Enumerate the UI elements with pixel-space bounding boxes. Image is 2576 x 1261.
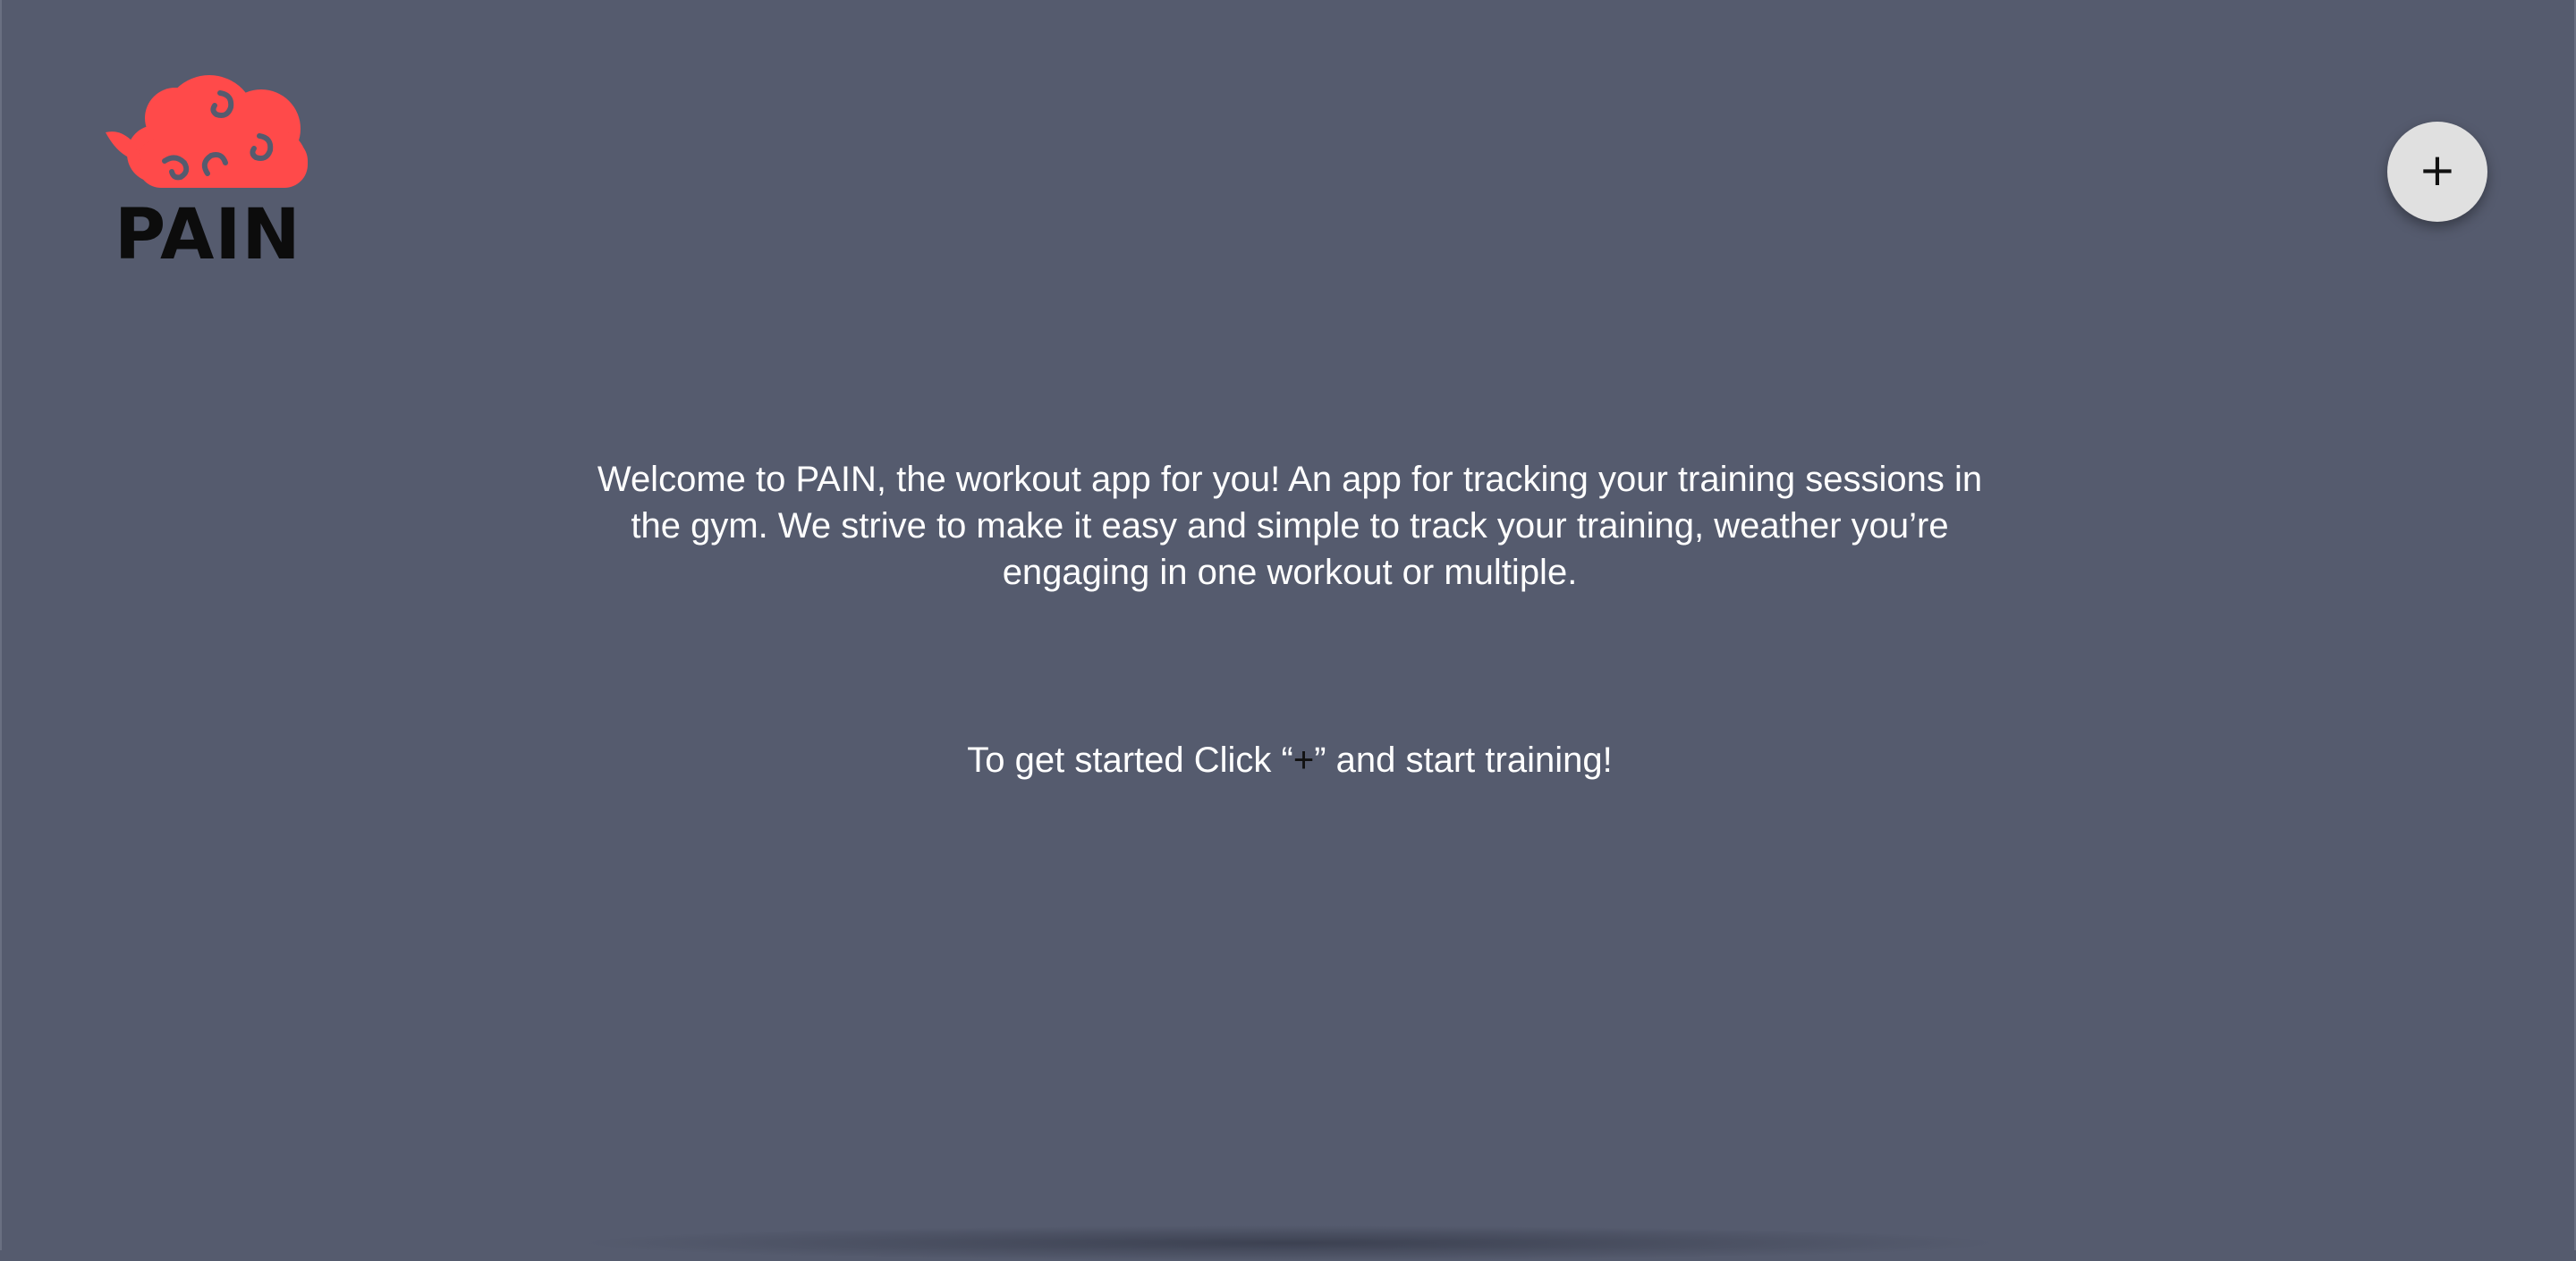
- add-workout-button[interactable]: +: [2387, 122, 2487, 222]
- app-frame: PAIN + Welcome to PAIN, the workout app …: [0, 0, 2576, 1261]
- welcome-text: Welcome to PAIN, the workout app for you…: [597, 460, 1983, 592]
- get-started-text: To get started Click “+” and start train…: [592, 737, 1987, 783]
- logo-wordmark: PAIN: [114, 195, 301, 275]
- get-started-suffix: ” and start training!: [1314, 741, 1613, 780]
- inline-plus-icon: +: [1292, 741, 1315, 780]
- plus-icon: +: [2419, 144, 2456, 196]
- cloud-logo-icon: [106, 75, 308, 188]
- bottom-shadow: [574, 1225, 2005, 1261]
- get-started-prefix: To get started Click “: [967, 741, 1293, 780]
- app-logo[interactable]: PAIN: [102, 66, 317, 281]
